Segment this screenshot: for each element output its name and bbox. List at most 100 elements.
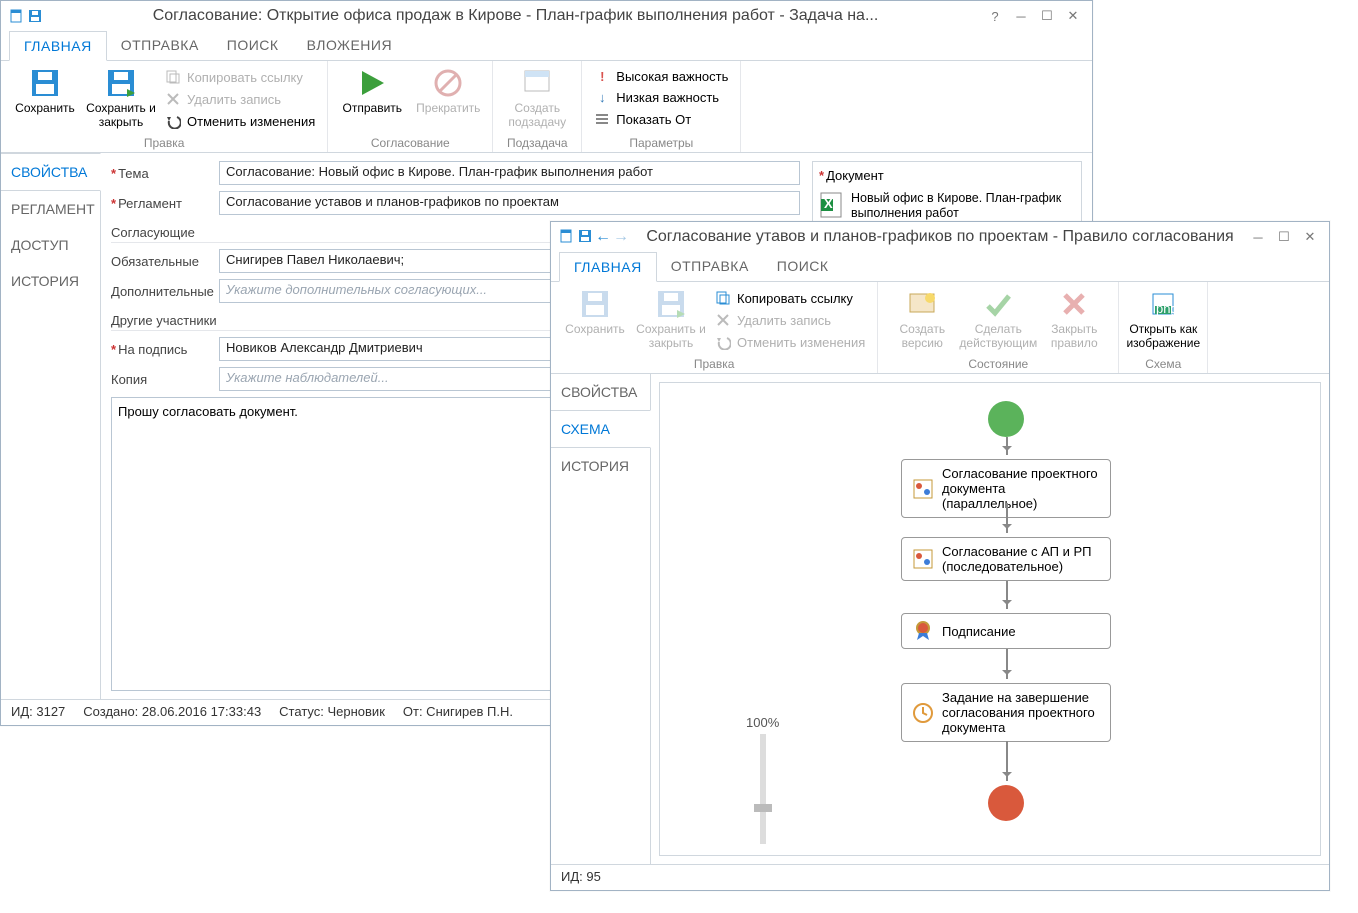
- save-close-button[interactable]: Сохранить и закрыть: [635, 286, 707, 350]
- check-icon: [982, 288, 1014, 320]
- side-tab-scheme[interactable]: СХЕМА: [551, 410, 651, 448]
- save-close-button[interactable]: Сохранить и закрыть: [85, 65, 157, 129]
- ribbon-tab-attachments[interactable]: ВЛОЖЕНИЯ: [293, 31, 407, 60]
- subject-label: Тема: [111, 166, 211, 181]
- medal-icon: [912, 620, 934, 642]
- workflow-node-4[interactable]: Задание на завершение согласования проек…: [901, 683, 1111, 742]
- side-tab-history[interactable]: ИСТОРИЯ: [551, 448, 650, 484]
- close-rule-icon: [1058, 288, 1090, 320]
- reglament-label: Регламент: [111, 196, 211, 211]
- task-icon: [912, 478, 934, 500]
- reglament-input[interactable]: Согласование уставов и планов-графиков п…: [219, 191, 800, 215]
- maximize-icon[interactable]: ☐: [1040, 9, 1054, 23]
- ribbon: Сохранить Сохранить и закрыть Копировать…: [1, 61, 1092, 153]
- zoom-slider[interactable]: [760, 734, 766, 844]
- subject-input[interactable]: Согласование: Новый офис в Кирове. План-…: [219, 161, 800, 185]
- copy-link-button[interactable]: Копировать ссылку: [161, 67, 319, 87]
- task-icon: [912, 548, 934, 570]
- ribbon-group-scheme: Схема: [1127, 355, 1199, 371]
- save-icon: [579, 288, 611, 320]
- status-id: ИД: 3127: [11, 704, 65, 719]
- undo-button[interactable]: Отменить изменения: [711, 332, 869, 352]
- ribbon-tab-main[interactable]: ГЛАВНАЯ: [9, 31, 107, 61]
- undo-icon: [715, 334, 731, 350]
- ribbon-tab-search[interactable]: ПОИСК: [763, 252, 843, 281]
- documents-title: Документ: [819, 168, 1075, 187]
- copy-label: Копия: [111, 372, 211, 387]
- side-tab-history[interactable]: ИСТОРИЯ: [1, 263, 100, 299]
- ribbon-group-edit: Правка: [559, 355, 869, 371]
- side-tab-reglament[interactable]: РЕГЛАМЕНТ: [1, 191, 100, 227]
- stop-icon: [432, 67, 464, 99]
- qat-new-icon[interactable]: [559, 228, 575, 246]
- workflow-node-2[interactable]: Согласование с АП и РП (последовательное…: [901, 537, 1111, 581]
- arrow-down-icon: ↓: [594, 90, 610, 105]
- send-button[interactable]: Отправить: [336, 65, 408, 115]
- close-rule-button[interactable]: Закрыть правило: [1038, 286, 1110, 350]
- make-active-button[interactable]: Сделать действующим: [962, 286, 1034, 350]
- close-icon[interactable]: ✕: [1303, 230, 1317, 244]
- create-version-button[interactable]: Создать версию: [886, 286, 958, 350]
- maximize-icon[interactable]: ☐: [1277, 230, 1291, 244]
- titlebar: ← → Согласование утавов и планов-графико…: [551, 222, 1329, 252]
- document-item[interactable]: X Новый офис в Кирове. План-график выпол…: [819, 187, 1075, 225]
- form-icon: [594, 111, 610, 127]
- workflow-start-node[interactable]: [988, 401, 1024, 437]
- required-label: Обязательные: [111, 254, 211, 269]
- copy-link-button[interactable]: Копировать ссылку: [711, 288, 869, 308]
- minimize-icon[interactable]: ─: [1014, 9, 1028, 23]
- zoom-control[interactable]: 100%: [746, 715, 779, 844]
- close-icon[interactable]: ✕: [1066, 9, 1080, 23]
- window-title: Согласование утавов и планов-графиков по…: [629, 228, 1251, 246]
- delete-button[interactable]: Удалить запись: [161, 89, 319, 109]
- zoom-value: 100%: [746, 715, 779, 730]
- exclaim-icon: !: [594, 69, 610, 84]
- side-tab-access[interactable]: ДОСТУП: [1, 227, 100, 263]
- save-button[interactable]: Сохранить: [9, 65, 81, 115]
- show-from-button[interactable]: Показать От: [590, 109, 732, 129]
- ribbon-tab-search[interactable]: ПОИСК: [213, 31, 293, 60]
- save-close-icon: [105, 67, 137, 99]
- delete-button[interactable]: Удалить запись: [711, 310, 869, 330]
- workflow-arrow: [1006, 437, 1008, 455]
- titlebar: Согласование: Открытие офиса продаж в Ки…: [1, 1, 1092, 31]
- workflow-node-3[interactable]: Подписание: [901, 613, 1111, 649]
- low-importance-button[interactable]: ↓Низкая важность: [590, 88, 732, 107]
- stop-button[interactable]: Прекратить: [412, 65, 484, 115]
- qat-save-icon[interactable]: [27, 8, 43, 24]
- zoom-thumb[interactable]: [754, 804, 772, 812]
- high-importance-button[interactable]: !Высокая важность: [590, 67, 732, 86]
- ribbon-tab-main[interactable]: ГЛАВНАЯ: [559, 252, 657, 282]
- ribbon-tab-send[interactable]: ОТПРАВКА: [657, 252, 763, 281]
- ribbon-group-edit: Правка: [9, 134, 319, 150]
- open-as-image-button[interactable]: png Открыть как изображение: [1127, 286, 1199, 350]
- delete-icon: [715, 312, 731, 328]
- create-subtask-button[interactable]: Создать подзадачу: [501, 65, 573, 129]
- workflow-arrow: [1006, 503, 1008, 533]
- delete-icon: [165, 91, 181, 107]
- workflow-end-node[interactable]: [988, 785, 1024, 821]
- save-button[interactable]: Сохранить: [559, 286, 631, 336]
- copy-icon: [715, 290, 731, 306]
- qat-save-icon[interactable]: [577, 228, 593, 246]
- qat-back-icon[interactable]: ←: [595, 228, 611, 246]
- svg-text:X: X: [824, 196, 833, 211]
- status-created: Создано: 28.06.2016 17:33:43: [83, 704, 261, 719]
- save-close-icon: [655, 288, 687, 320]
- minimize-icon[interactable]: ─: [1251, 230, 1265, 244]
- ribbon-tab-send[interactable]: ОТПРАВКА: [107, 31, 213, 60]
- side-tab-properties[interactable]: СВОЙСТВА: [551, 374, 650, 410]
- send-icon: [356, 67, 388, 99]
- copy-icon: [165, 69, 181, 85]
- side-tab-properties[interactable]: СВОЙСТВА: [1, 153, 101, 191]
- undo-button[interactable]: Отменить изменения: [161, 111, 319, 131]
- workflow-arrow: [1006, 649, 1008, 679]
- help-icon[interactable]: ?: [988, 9, 1002, 23]
- clock-icon: [912, 702, 934, 724]
- workflow-arrow: [1006, 581, 1008, 609]
- subtask-icon: [521, 67, 553, 99]
- ribbon-tabs: ГЛАВНАЯ ОТПРАВКА ПОИСК ВЛОЖЕНИЯ: [1, 31, 1092, 61]
- qat-forward-icon[interactable]: →: [613, 228, 629, 246]
- qat-new-icon[interactable]: [9, 8, 25, 24]
- side-tabs: СВОЙСТВА РЕГЛАМЕНТ ДОСТУП ИСТОРИЯ: [1, 153, 101, 699]
